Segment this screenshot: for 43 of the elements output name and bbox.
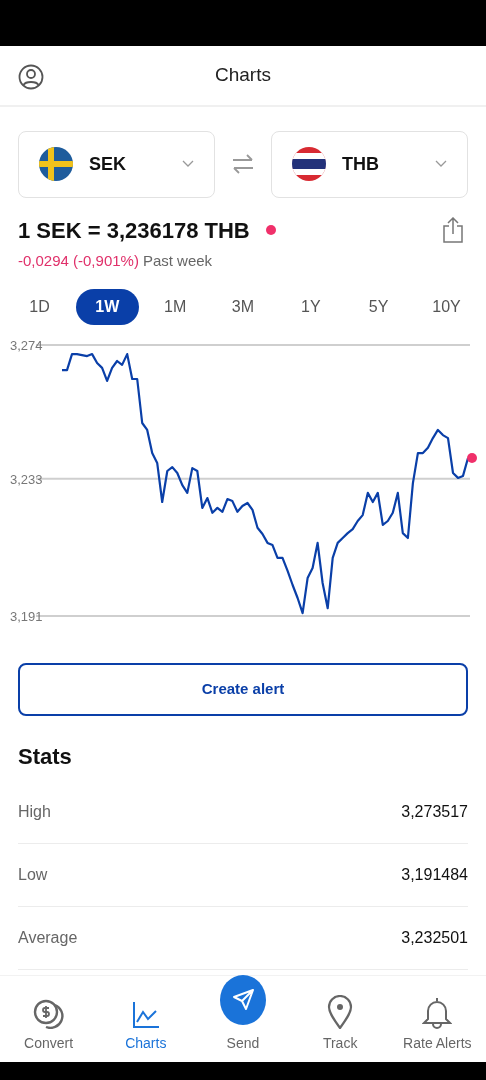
- rate-change: -0,0294 (-0,901%): [18, 251, 139, 271]
- axis-label: 3,233: [10, 471, 43, 487]
- period-tab[interactable]: 10Y: [414, 288, 478, 325]
- period-tab[interactable]: 1W: [75, 288, 139, 325]
- chevron-down-icon: [182, 160, 194, 168]
- stat-label: High: [18, 801, 51, 822]
- period-tab[interactable]: 3M: [211, 288, 275, 325]
- nav-tab[interactable]: Rate Alerts: [392, 991, 483, 1054]
- stat-label: Average: [18, 927, 78, 948]
- nav-tab[interactable]: Convert: [3, 991, 94, 1054]
- period-tab[interactable]: 1D: [8, 288, 71, 325]
- flag-icon: [39, 147, 73, 181]
- line-chart-icon: [131, 1001, 160, 1029]
- stat-value: 3,191484: [401, 864, 468, 885]
- screen-title: Charts: [215, 63, 271, 88]
- profile-icon[interactable]: [18, 64, 44, 90]
- live-dot-icon: [265, 225, 276, 235]
- bell-icon: [422, 997, 453, 1029]
- stat-value: 3,232501: [401, 927, 468, 948]
- share-icon[interactable]: [442, 217, 464, 243]
- stat-value: 3,273517: [401, 801, 468, 822]
- flag-icon: [292, 147, 326, 181]
- period-tab[interactable]: 5Y: [347, 288, 411, 325]
- axis-label: 3,274: [10, 337, 43, 353]
- swap-icon[interactable]: [231, 154, 255, 174]
- period-tab[interactable]: 1M: [143, 288, 207, 325]
- exchange-rate: 1 SEK = 3,236178 THB: [18, 216, 250, 245]
- chevron-down-icon: [435, 160, 447, 168]
- location-pin-icon: [327, 995, 354, 1029]
- send-icon: [230, 988, 255, 1012]
- period-label: Past week: [142, 251, 213, 271]
- section-title: Stats: [18, 742, 73, 771]
- stat-label: Low: [18, 864, 48, 885]
- period-tab[interactable]: 1Y: [279, 288, 343, 325]
- nav-tab[interactable]: Track: [295, 991, 386, 1054]
- axis-label: 3,191: [10, 608, 43, 624]
- current-point-marker: [467, 452, 477, 463]
- nav-tab[interactable]: Charts: [100, 991, 191, 1054]
- currency-selector[interactable]: THB: [271, 130, 468, 198]
- nav-tab[interactable]: Send: [197, 975, 288, 1054]
- coins-icon: [32, 999, 65, 1029]
- create-alert-button[interactable]: Create alert: [18, 662, 468, 716]
- currency-selector[interactable]: SEK: [18, 130, 215, 198]
